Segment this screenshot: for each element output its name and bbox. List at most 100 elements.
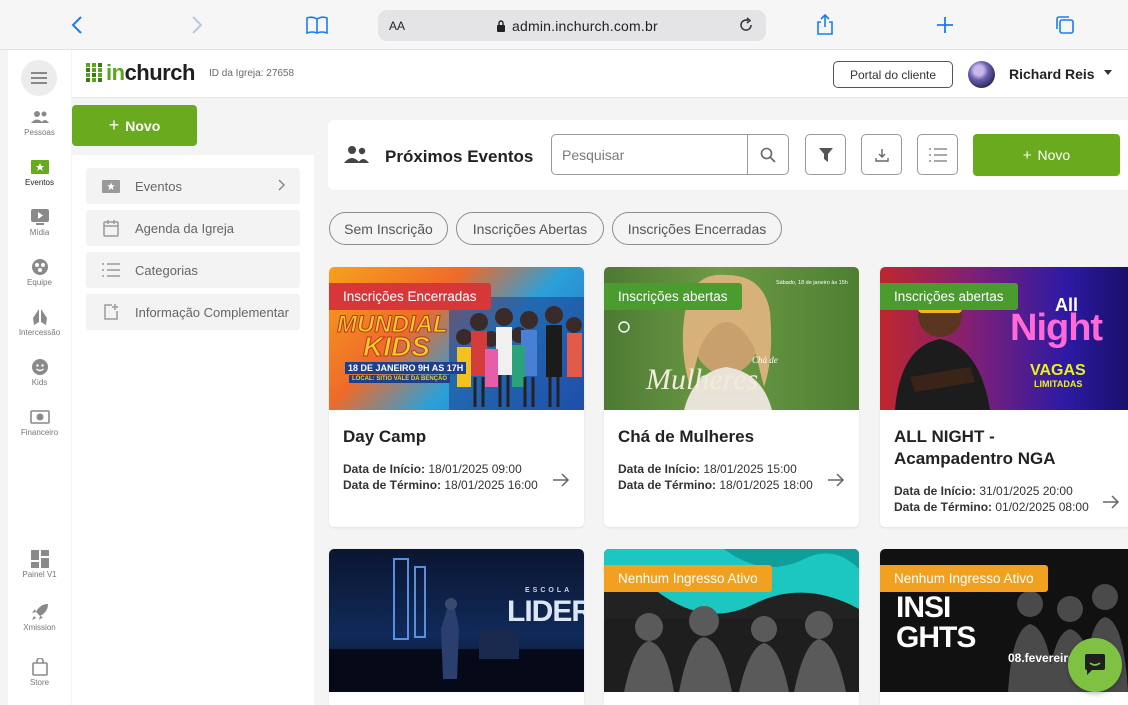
rail-item-pessoas[interactable]: Pessoas	[8, 108, 71, 137]
rail-item-eventos[interactable]: Eventos	[8, 158, 71, 187]
url-text: admin.inchurch.com.br	[512, 17, 658, 34]
tabs-overview-icon[interactable]	[1050, 10, 1080, 40]
rail-label: Mídia	[29, 228, 50, 237]
download-button[interactable]	[861, 134, 902, 175]
art-title-2: GHTS	[896, 621, 976, 654]
rail-item-equipe[interactable]: Equipe	[8, 258, 71, 287]
event-card-escola-lider[interactable]: ESCOLA LIDER	[329, 549, 584, 705]
event-card-all-night[interactable]: All Night VAGAS LIMITADAS Inscrições abe…	[880, 267, 1128, 527]
arrow-right-icon[interactable]	[1102, 495, 1120, 509]
money-icon	[29, 408, 50, 426]
rail-item-painel-v1[interactable]: Painel V1	[8, 550, 71, 579]
end-label: Data de Término:	[618, 478, 717, 492]
rail-item-midia[interactable]: Mídia	[8, 208, 71, 237]
start-label: Data de Início:	[894, 484, 977, 498]
reader-text-size-button[interactable]: AA	[389, 19, 405, 33]
art-title: LIDER	[507, 595, 584, 628]
search-input[interactable]	[552, 135, 747, 174]
search-icon	[760, 147, 776, 163]
art-subtitle: com Pastora Fernanda	[704, 397, 755, 403]
logo-mark-icon	[86, 63, 102, 82]
team-icon	[30, 258, 50, 276]
rail-label: Store	[29, 678, 50, 687]
subnav-item-informacao[interactable]: Informação Complementar	[86, 294, 300, 330]
rail-item-financeiro[interactable]: Financeiro	[8, 408, 71, 437]
start-date: 18/01/2025 09:00	[428, 462, 522, 476]
rail-label: Eventos	[25, 178, 54, 187]
rail-item-kids[interactable]: Kids	[8, 358, 71, 387]
end-label: Data de Término:	[343, 478, 442, 492]
event-card-5[interactable]: Nenhum Ingresso Ativo	[604, 549, 859, 705]
menu-button[interactable]	[21, 60, 57, 96]
rail-label: Intercessão	[18, 328, 61, 337]
address-bar[interactable]: AA admin.inchurch.com.br	[378, 10, 766, 41]
status-badge: Nenhum Ingresso Ativo	[604, 565, 772, 592]
chip-sem-inscricao[interactable]: Sem Inscrição	[329, 212, 448, 245]
event-image: ESCOLA LIDER	[329, 549, 584, 692]
list-icon	[928, 147, 947, 162]
event-title: ALL NIGHT - Acampadentro NGA	[894, 427, 1056, 468]
event-title: Chá de Mulheres	[618, 427, 755, 446]
rail-label: Painel V1	[22, 570, 57, 579]
subnav-label: Eventos	[135, 178, 182, 194]
event-card-cha-de-mulheres[interactable]: Sábado, 18 de janeiro às 15h Chá de Mulh…	[604, 267, 859, 527]
art-date: Sábado, 18 de janeiro às 15h	[776, 280, 848, 286]
art-script-title: Mulheres	[646, 363, 759, 396]
forward-icon[interactable]	[182, 10, 212, 40]
page-title: Próximos Eventos	[385, 147, 534, 166]
new-button-side[interactable]: + Novo	[72, 105, 197, 146]
rail-item-intercessao[interactable]: Intercessão	[8, 308, 71, 337]
share-icon[interactable]	[810, 10, 840, 40]
subnav-label: Informação Complementar	[135, 304, 289, 320]
browser-toolbar: AA admin.inchurch.com.br	[0, 0, 1128, 50]
subnav-item-eventos[interactable]: Eventos	[86, 168, 300, 204]
chip-inscricoes-abertas[interactable]: Inscrições Abertas	[456, 212, 604, 245]
arrow-right-icon[interactable]	[552, 473, 570, 487]
status-badge: Inscrições abertas	[880, 283, 1018, 310]
chat-support-button[interactable]	[1068, 638, 1122, 692]
new-event-button[interactable]: + Novo	[973, 134, 1120, 176]
calendar-icon	[102, 219, 120, 237]
event-image: Sábado, 18 de janeiro às 15h Chá de Mulh…	[604, 267, 859, 410]
avatar[interactable]	[968, 61, 995, 88]
art-title-1: INSI	[896, 591, 951, 624]
praying-hands-icon	[30, 308, 50, 326]
hamburger-icon	[31, 72, 47, 84]
subnav-item-agenda[interactable]: Agenda da Igreja	[86, 210, 300, 246]
ticket-icon	[30, 158, 50, 176]
people-icon	[344, 145, 370, 170]
download-icon	[874, 148, 889, 162]
subnav-label: Categorias	[135, 262, 198, 278]
bag-icon	[30, 658, 50, 676]
add-doc-icon	[102, 303, 120, 321]
filter-button[interactable]	[805, 134, 846, 175]
reload-icon[interactable]	[732, 11, 760, 39]
end-label: Data de Término:	[894, 500, 993, 514]
search-box	[551, 134, 789, 175]
art-place-line: LOCAL: SITIO VALE DA BENÇÃO	[349, 375, 450, 383]
new-tab-icon[interactable]	[930, 10, 960, 40]
back-icon[interactable]	[62, 10, 92, 40]
inchurch-logo[interactable]: inchurch	[86, 62, 195, 84]
logo-suffix: church	[124, 60, 196, 85]
start-label: Data de Início:	[618, 462, 701, 476]
rail-label: Equipe	[27, 278, 52, 287]
main-nav-rail: Pessoas Eventos Mídia Equipe Intercessão…	[8, 50, 71, 705]
subnav-panel: Eventos Agenda da Igreja Categorias Info…	[72, 155, 314, 705]
bookmarks-icon[interactable]	[302, 10, 332, 40]
search-button[interactable]	[747, 135, 788, 174]
end-date: 18/01/2025 18:00	[719, 478, 813, 492]
list-view-button[interactable]	[917, 134, 958, 175]
rail-item-xmission[interactable]: Xmission	[8, 603, 71, 632]
rail-label: Xmission	[23, 623, 56, 632]
arrow-right-icon[interactable]	[827, 473, 845, 487]
chip-inscricoes-encerradas[interactable]: Inscrições Encerradas	[612, 212, 782, 245]
event-card-day-camp[interactable]: MUNDIAL KIDS 18 DE JANEIRO 9H AS 17H LOC…	[329, 267, 584, 527]
plus-icon: +	[108, 115, 120, 135]
user-name[interactable]: Richard Reis	[1009, 66, 1095, 82]
caret-down-icon[interactable]	[1104, 70, 1112, 75]
plus-icon: +	[1022, 146, 1032, 164]
client-portal-button[interactable]: Portal do cliente	[833, 61, 953, 88]
rail-item-store[interactable]: Store	[8, 658, 71, 687]
subnav-item-categorias[interactable]: Categorias	[86, 252, 300, 288]
